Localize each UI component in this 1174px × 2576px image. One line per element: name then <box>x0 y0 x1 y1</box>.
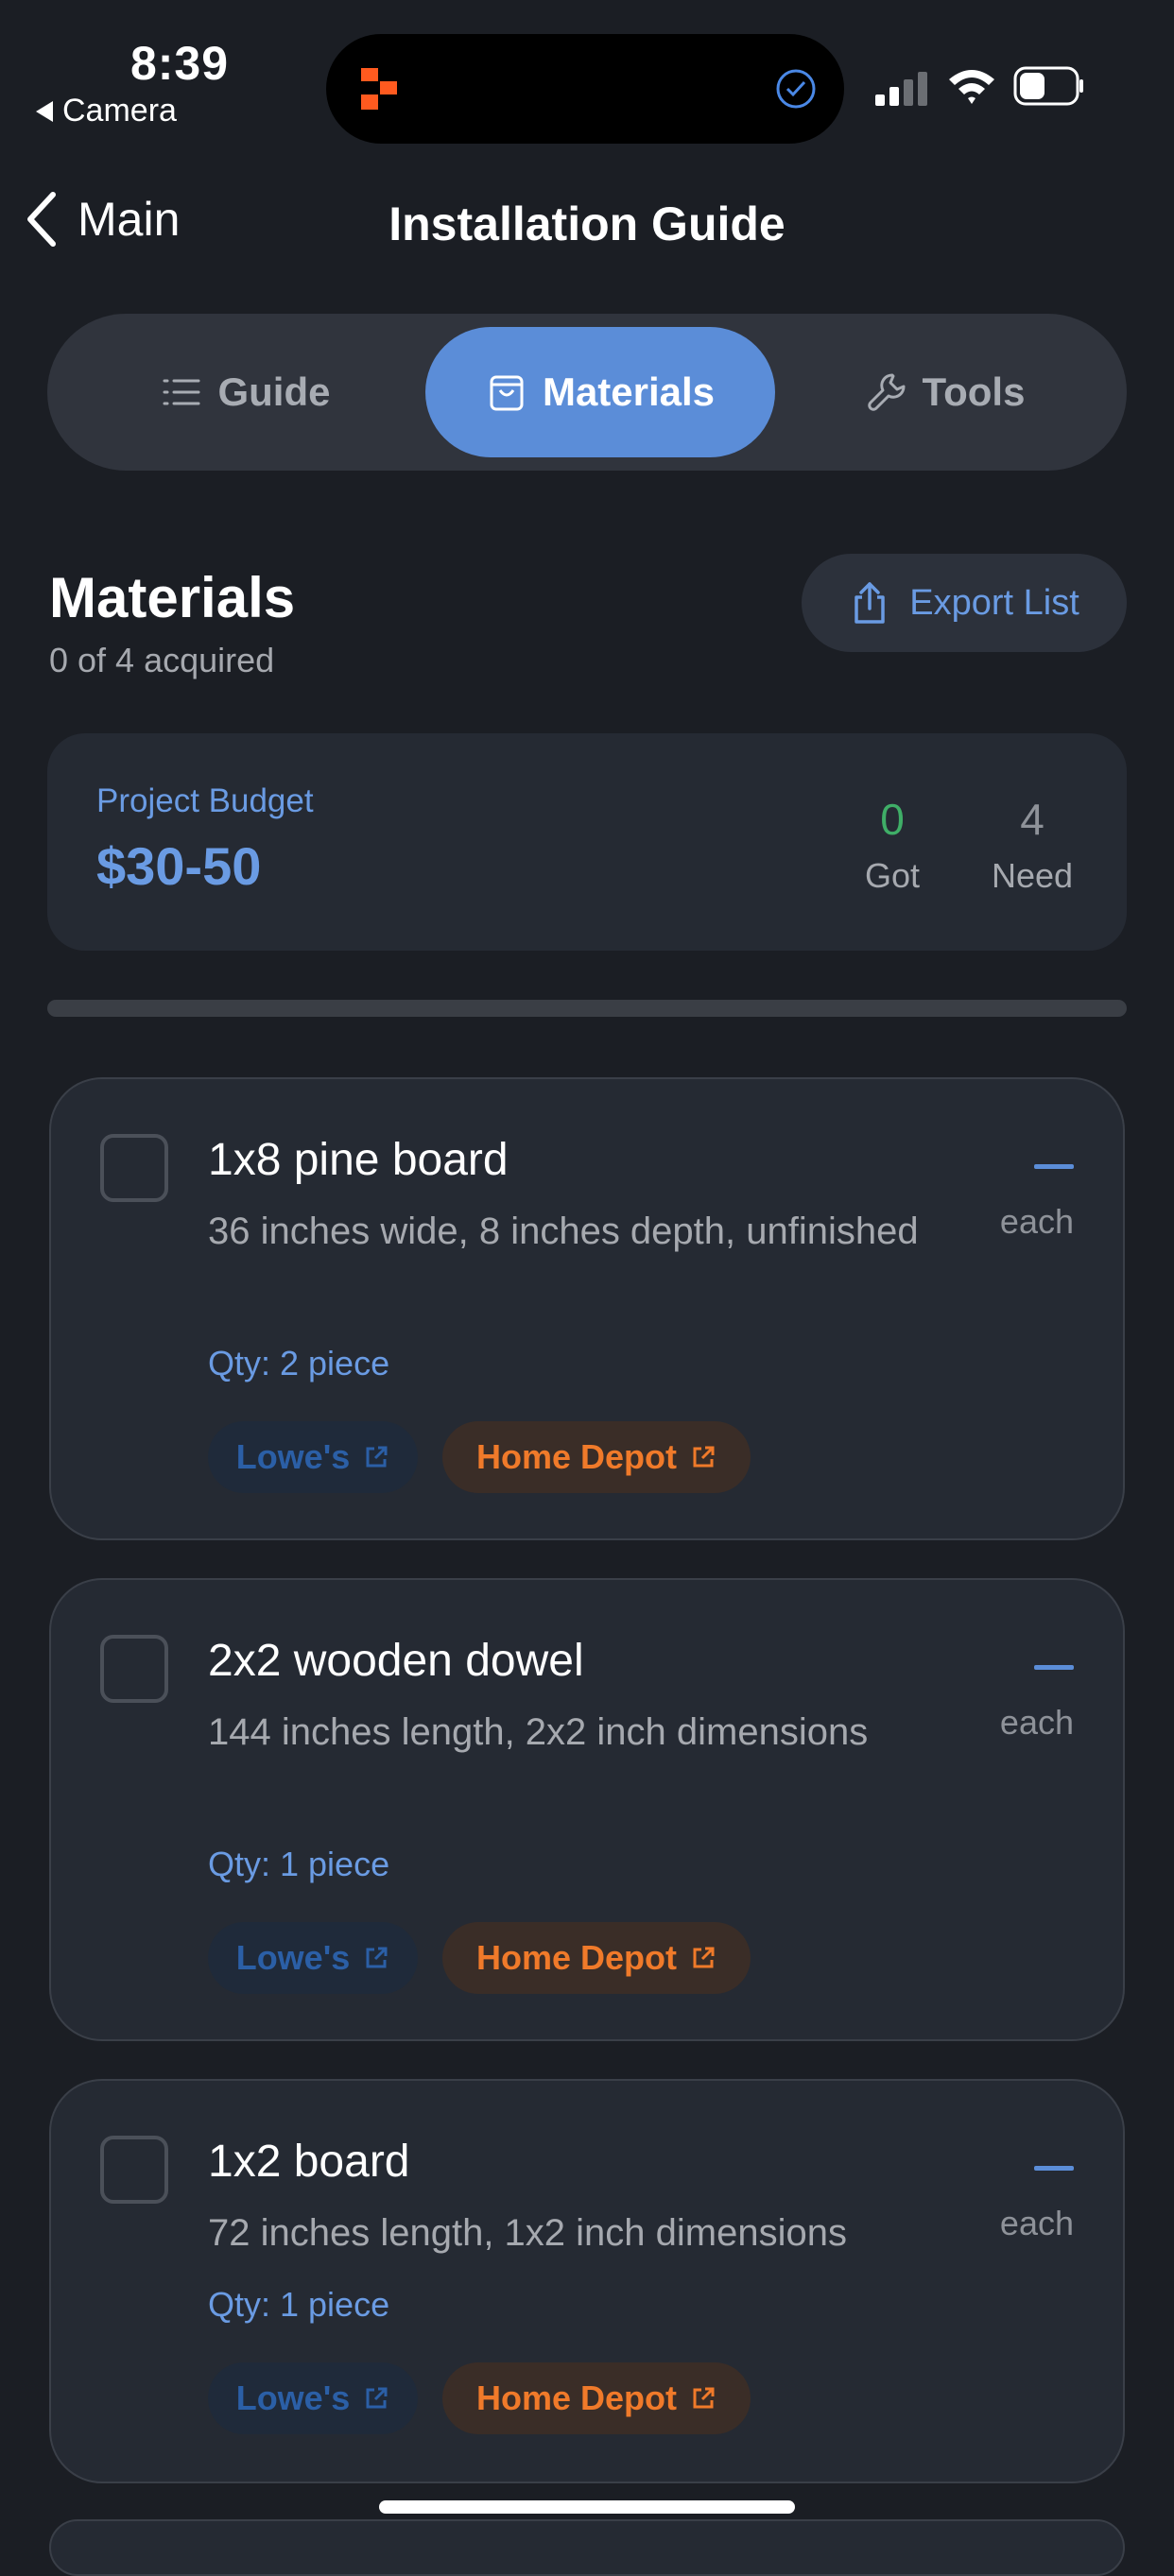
tab-bar: Guide Materials Tools <box>47 314 1127 471</box>
lowes-link[interactable]: Lowe's <box>208 1922 418 1994</box>
lowes-label: Lowe's <box>235 1938 351 1977</box>
material-description: 144 inches length, 2x2 inch dimensions <box>208 1711 869 1753</box>
got-count: 0 <box>880 795 905 844</box>
tab-guide[interactable]: Guide <box>85 314 406 471</box>
home-depot-link[interactable]: Home Depot <box>442 1922 751 1994</box>
material-card: 1x2 board 72 inches length, 1x2 inch dim… <box>49 2079 1125 2483</box>
tab-materials-label: Materials <box>542 369 716 414</box>
wifi-icon <box>949 70 994 104</box>
share-icon <box>855 582 885 624</box>
tab-guide-label: Guide <box>217 369 331 414</box>
tab-tools[interactable]: Tools <box>794 314 1096 471</box>
material-description: 36 inches wide, 8 inches depth, unfinish… <box>208 1211 919 1252</box>
price-unit: each <box>999 2204 1074 2242</box>
material-description: 72 inches length, 1x2 inch dimensions <box>208 2212 847 2254</box>
home-depot-link[interactable]: Home Depot <box>442 1421 751 1493</box>
export-list-button[interactable]: Export List <box>802 554 1127 652</box>
external-link-icon <box>366 2387 388 2409</box>
external-link-icon <box>366 1947 388 1968</box>
material-quantity: Qty: 1 piece <box>208 2285 390 2324</box>
home-depot-label: Home Depot <box>475 1437 677 1476</box>
external-link-icon <box>693 2387 715 2409</box>
external-link-icon <box>693 1446 715 1468</box>
material-card <box>49 2519 1125 2576</box>
section-title: Materials <box>49 566 296 629</box>
material-name: 1x2 board <box>208 2137 410 2187</box>
acquired-checkbox[interactable] <box>100 1134 168 1202</box>
acquired-checkbox[interactable] <box>100 2136 168 2204</box>
price-placeholder <box>1034 1665 1074 1670</box>
home-depot-label: Home Depot <box>475 1938 677 1977</box>
need-label: Need <box>991 856 1074 895</box>
got-stat: 0 Got <box>847 794 938 896</box>
tab-materials[interactable]: Materials <box>425 327 775 457</box>
lowes-link[interactable]: Lowe's <box>208 2362 418 2434</box>
cellular-signal-icon <box>875 70 930 106</box>
external-link-icon <box>366 1446 388 1468</box>
price-placeholder <box>1034 1164 1074 1169</box>
tab-tools-label: Tools <box>922 369 1026 414</box>
material-name: 1x8 pine board <box>208 1135 509 1185</box>
material-quantity: Qty: 2 piece <box>208 1344 390 1382</box>
export-list-label: Export List <box>909 582 1079 623</box>
lowes-link[interactable]: Lowe's <box>208 1421 418 1493</box>
page-title: Installation Guide <box>388 197 786 250</box>
list-icon <box>163 379 200 405</box>
material-card: 1x8 pine board 36 inches wide, 8 inches … <box>49 1077 1125 1540</box>
back-triangle-icon <box>36 100 53 122</box>
need-count: 4 <box>1020 795 1045 844</box>
budget-label: Project Budget <box>96 782 314 819</box>
got-label: Got <box>864 856 921 895</box>
price-unit: each <box>999 1703 1074 1742</box>
acquired-checkbox[interactable] <box>100 1635 168 1703</box>
budget-value: $30-50 <box>96 836 262 896</box>
progress-bar <box>47 1000 1127 1017</box>
home-depot-label: Home Depot <box>475 2379 677 2417</box>
material-name: 2x2 wooden dowel <box>208 1636 584 1686</box>
lowes-label: Lowe's <box>235 1437 351 1476</box>
back-to-app-link[interactable]: Camera <box>36 93 177 129</box>
lowes-label: Lowe's <box>235 2379 351 2417</box>
status-time: 8:39 <box>129 37 230 90</box>
price-unit: each <box>999 1202 1074 1241</box>
app-activity-icon <box>361 68 397 110</box>
back-app-label: Camera <box>62 93 177 129</box>
price-placeholder <box>1034 2166 1074 2171</box>
check-circle-icon <box>776 69 816 109</box>
dynamic-island <box>326 34 844 144</box>
need-stat: 4 Need <box>975 794 1089 896</box>
bag-icon <box>490 375 524 411</box>
wrench-icon <box>867 373 906 411</box>
material-quantity: Qty: 1 piece <box>208 1845 390 1883</box>
external-link-icon <box>693 1947 715 1968</box>
battery-icon <box>1013 66 1083 106</box>
material-card: 2x2 wooden dowel 144 inches length, 2x2 … <box>49 1578 1125 2041</box>
home-indicator[interactable] <box>379 2500 795 2514</box>
home-depot-link[interactable]: Home Depot <box>442 2362 751 2434</box>
acquired-count: 0 of 4 acquired <box>49 641 275 679</box>
budget-card: Project Budget $30-50 0 Got 4 Need <box>47 733 1127 951</box>
